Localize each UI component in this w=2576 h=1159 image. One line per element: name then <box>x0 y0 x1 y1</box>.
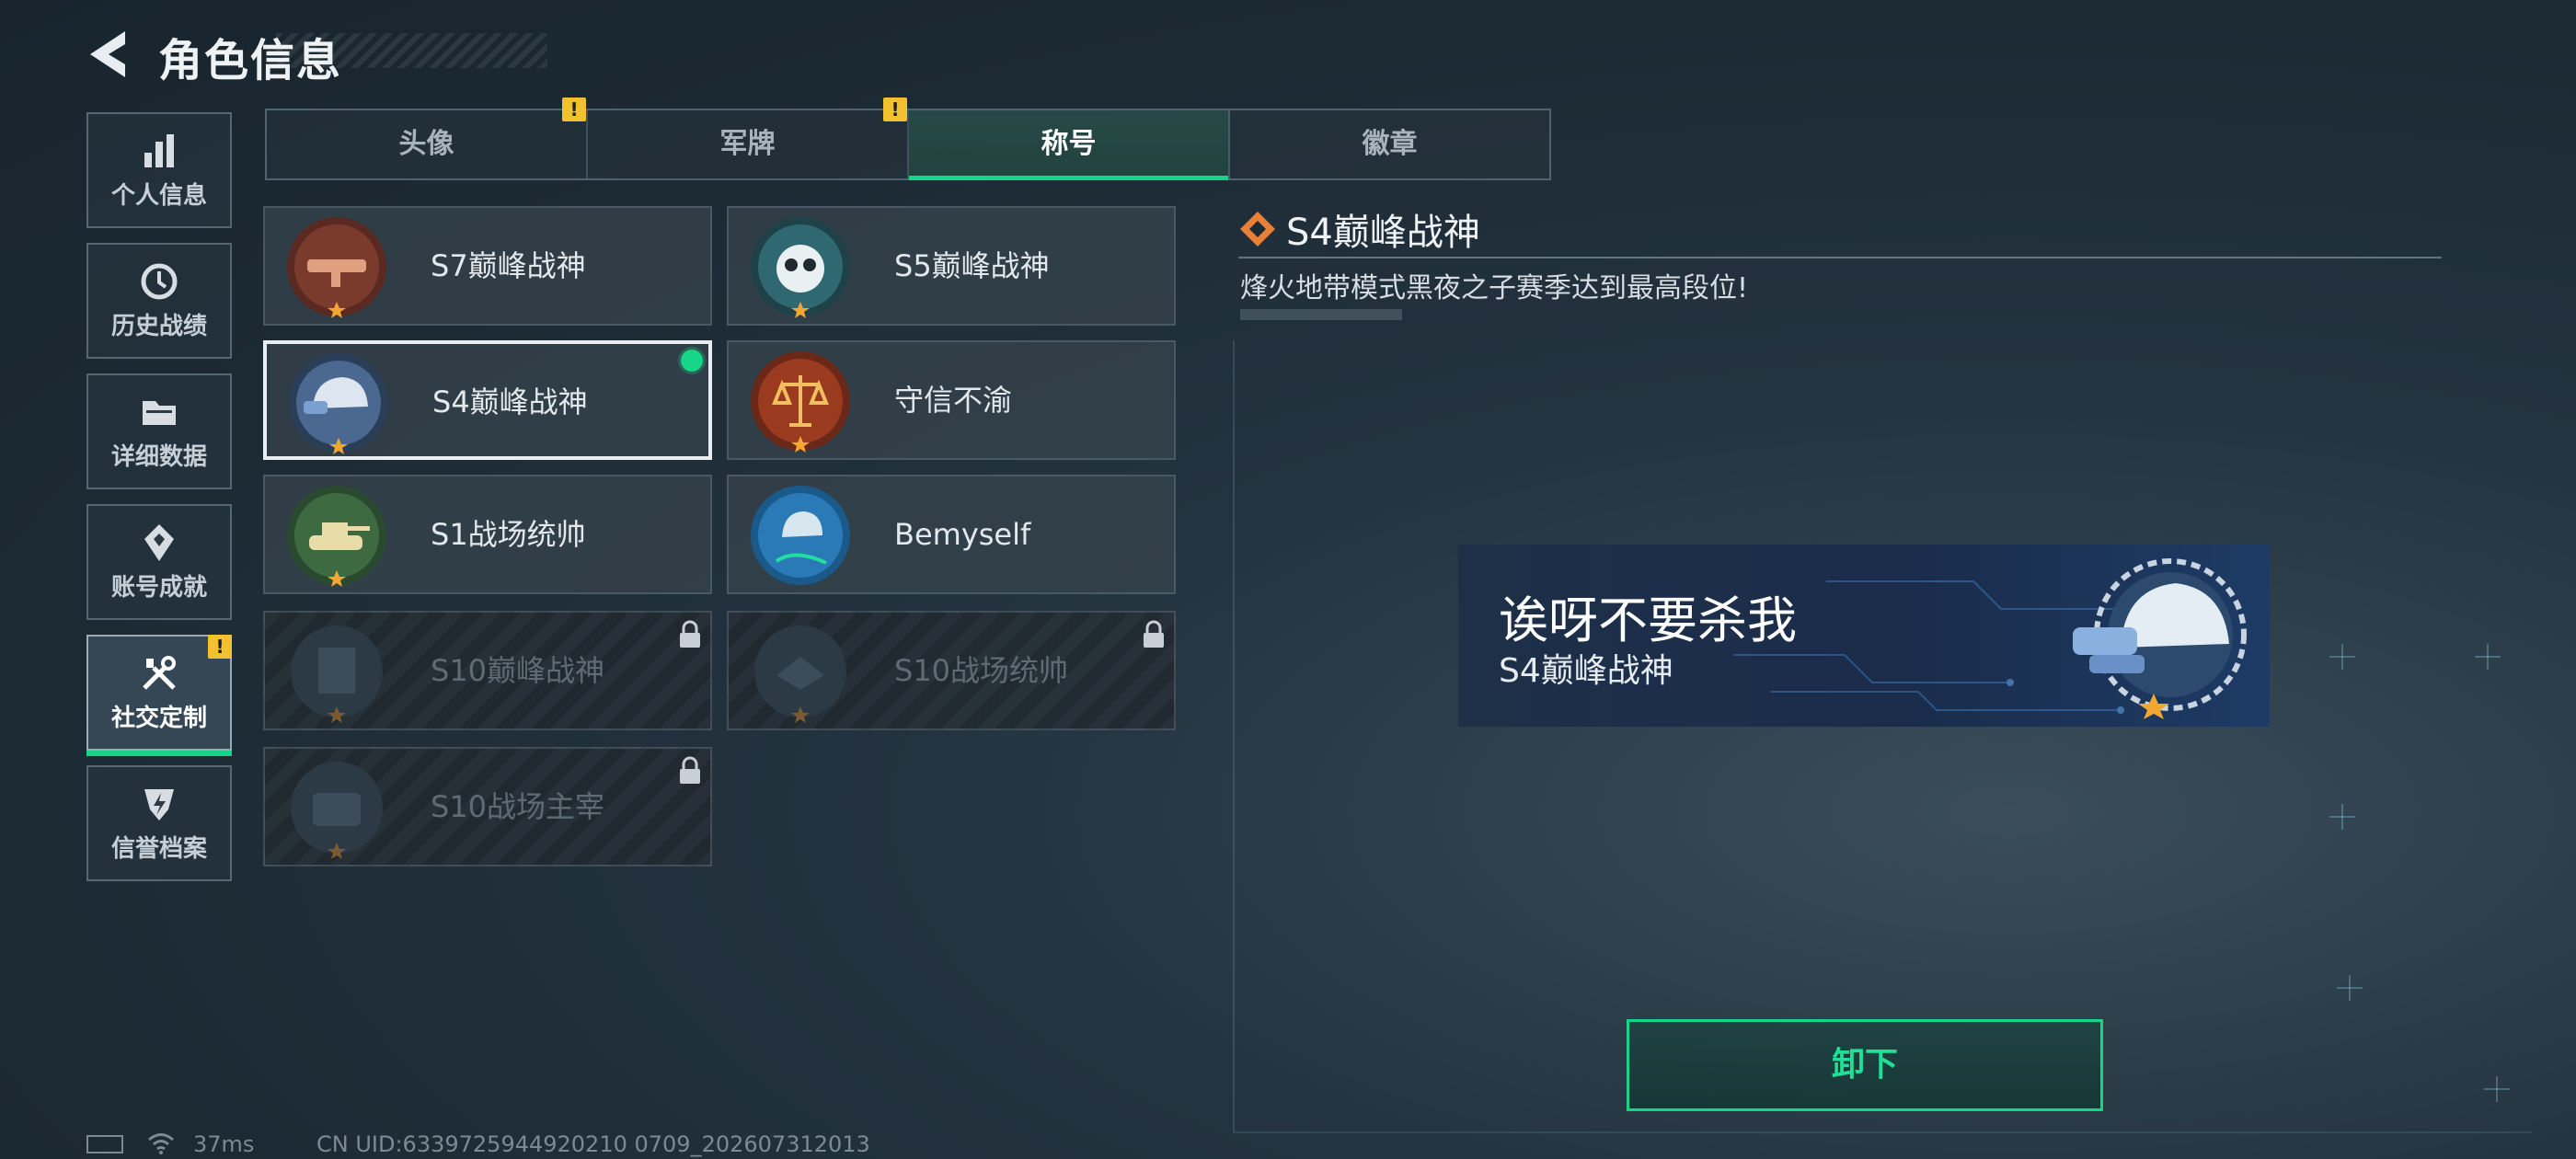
sidebar-item-label: 社交定制 <box>110 705 207 732</box>
detail-description: 烽火地带模式黑夜之子赛季达到最高段位! <box>1240 272 1749 304</box>
title-name: Bemyself <box>894 517 1031 552</box>
equipped-indicator <box>681 350 703 372</box>
title-name: S10战场统帅 <box>894 653 1069 688</box>
tank-badge-icon <box>287 486 386 587</box>
tab-badge[interactable]: 徽章 <box>1230 110 1549 178</box>
tab-label: 头像 <box>398 128 454 160</box>
title-name: S5巅峰战神 <box>894 248 1050 283</box>
s4-badge-icon <box>289 353 388 454</box>
wifi-icon <box>148 1133 174 1154</box>
shield-icon <box>144 789 174 820</box>
decor-cross <box>2337 975 2363 1001</box>
sidebar-item-history[interactable]: 历史战绩 <box>86 243 232 359</box>
bar-chart-icon <box>144 134 174 167</box>
title-name: S1战场统帅 <box>431 517 586 552</box>
s10-badge-icon <box>291 762 383 859</box>
sidebar-item-label: 账号成就 <box>110 574 207 602</box>
tab-label: 徽章 <box>1362 128 1418 160</box>
lock-icon <box>1144 620 1164 648</box>
detail-subtext-placeholder <box>1240 309 1402 320</box>
alert-badge: ! <box>208 635 232 659</box>
s5-badge-icon <box>751 217 850 318</box>
title-card-selected[interactable]: S4巅峰战神 <box>263 340 712 460</box>
title-card-locked[interactable]: S10战场统帅 <box>727 611 1176 730</box>
sidebar-item-social-custom[interactable]: 社交定制 ! <box>86 635 232 756</box>
bemyself-badge-icon <box>751 486 850 585</box>
back-arrow-icon[interactable] <box>85 28 140 81</box>
history-icon <box>141 263 178 300</box>
lock-icon <box>680 756 700 784</box>
title-card[interactable]: S1战场统帅 <box>263 475 712 594</box>
sidebar-item-achievements[interactable]: 账号成就 <box>86 504 232 620</box>
decor-cross <box>2329 644 2355 670</box>
decor-cross <box>2484 1076 2510 1102</box>
tab-label: 军牌 <box>719 128 776 160</box>
uid-text: CN UID:6339725944920210 0709_20260731201… <box>316 1131 870 1157</box>
title-diamond-icon <box>1240 212 1275 247</box>
tab-title[interactable]: 称号 <box>909 110 1230 180</box>
title-card[interactable]: Bemyself <box>727 475 1176 594</box>
player-nickname: 诶呀不要杀我 <box>1499 591 1797 649</box>
s4-badge-large-icon <box>2073 558 2247 719</box>
title-card[interactable]: 守信不渝 <box>727 340 1176 460</box>
sidebar-item-label: 个人信息 <box>110 182 207 210</box>
detail-title: S4巅峰战神 <box>1286 212 1480 254</box>
battery-icon <box>86 1135 123 1153</box>
title-preview-banner: 诶呀不要杀我 S4巅峰战神 <box>1458 545 2270 727</box>
category-tabs: 头像 ! 军牌 ! 称号 徽章 <box>265 98 1551 180</box>
unload-button[interactable]: 卸下 <box>1627 1019 2103 1111</box>
ping-text: 37ms <box>193 1131 255 1157</box>
sidebar-item-personal-info[interactable]: 个人信息 <box>86 112 232 228</box>
lock-icon <box>680 620 700 648</box>
tab-label: 称号 <box>1041 128 1097 160</box>
s10-badge-icon <box>754 625 846 723</box>
sidebar-item-detailed-data[interactable]: 详细数据 <box>86 373 232 489</box>
s10-badge-icon <box>291 625 383 723</box>
sidebar-item-label: 历史战绩 <box>110 313 207 340</box>
title-card[interactable]: S7巅峰战神 <box>263 206 712 326</box>
page-title: 角色信息 <box>158 35 343 86</box>
detail-divider <box>1238 257 2442 258</box>
title-name: S7巅峰战神 <box>431 248 586 283</box>
title-name: S10巅峰战神 <box>431 653 605 688</box>
title-card[interactable]: S5巅峰战神 <box>727 206 1176 326</box>
s7-badge-icon <box>287 217 386 318</box>
tools-icon <box>143 656 176 690</box>
decor-cross <box>2329 804 2355 830</box>
tab-avatar[interactable]: 头像 ! <box>267 98 588 178</box>
title-card-locked[interactable]: S10战场主宰 <box>263 747 712 866</box>
achievement-icon <box>144 524 174 561</box>
tab-dog-tag[interactable]: 军牌 ! <box>588 98 909 178</box>
title-name: S4巅峰战神 <box>432 384 588 419</box>
title-name: 守信不渝 <box>894 383 1013 418</box>
preview-title-name: S4巅峰战神 <box>1499 652 1673 690</box>
decor-cross <box>2475 644 2501 670</box>
title-card-locked[interactable]: S10巅峰战神 <box>263 611 712 730</box>
title-name: S10战场主宰 <box>431 789 605 824</box>
alert-badge: ! <box>562 98 586 121</box>
folder-icon <box>143 401 176 425</box>
scales-badge-icon <box>751 351 850 453</box>
sidebar-item-reputation[interactable]: 信誉档案 <box>86 765 232 881</box>
background-grid <box>1233 340 2532 1133</box>
sidebar-item-label: 详细数据 <box>110 443 207 471</box>
sidebar-item-label: 信誉档案 <box>110 835 207 863</box>
alert-badge: ! <box>883 98 907 121</box>
